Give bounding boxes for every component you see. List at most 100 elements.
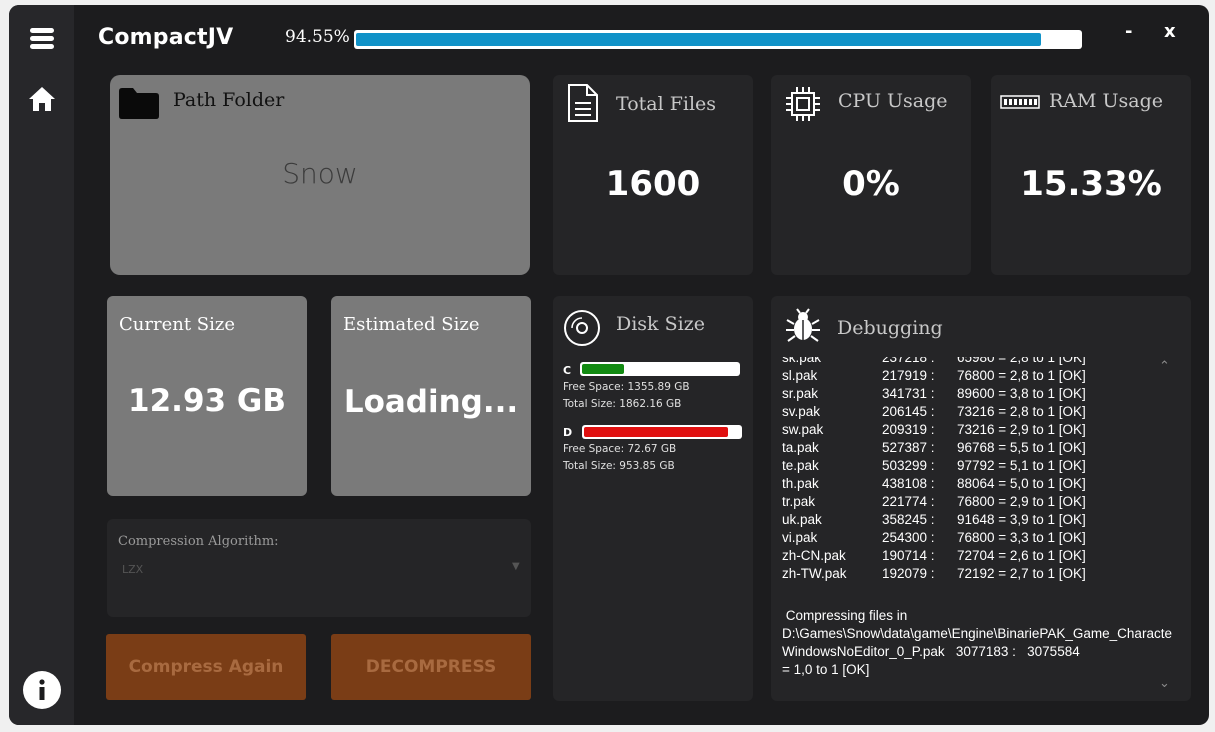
estimated-size-card: Estimated Size Loading... — [331, 296, 531, 496]
log-row: uk.pak 358245 : 91648 = 3,9 to 1 [OK] — [782, 511, 1162, 529]
log-row: ta.pak 527387 : 96768 = 5,5 to 1 [OK] — [782, 439, 1162, 457]
log-ratio: 72704 = 2,6 to 1 [OK] — [957, 548, 1086, 563]
log-ratio: 88064 = 5,0 to 1 [OK] — [957, 476, 1086, 491]
home-icon[interactable] — [28, 85, 56, 113]
cpu-usage-value: 0% — [842, 164, 900, 204]
log-ratio: 76800 = 2,9 to 1 [OK] — [957, 494, 1086, 509]
log-ratio: 97792 = 5,1 to 1 [OK] — [957, 458, 1086, 473]
log-size: 209319 : — [882, 422, 935, 437]
log-file: sw.pak — [782, 422, 824, 437]
log-size: 358245 : — [882, 512, 935, 527]
log-file: zh-CN.pak — [782, 548, 846, 563]
log-size: 527387 : — [882, 440, 935, 455]
current-size-card: Current Size 12.93 GB — [107, 296, 307, 496]
disk-c-bar — [580, 362, 740, 376]
disk-d-total: Total Size: 953.85 GB — [563, 460, 675, 472]
log-ratio: 76800 = 3,3 to 1 [OK] — [957, 530, 1086, 545]
total-files-title: Total Files — [616, 93, 717, 115]
log-size: 254300 : — [882, 530, 935, 545]
total-files-card: Total Files 1600 — [553, 75, 753, 275]
current-size-value: 12.93 GB — [128, 383, 286, 419]
disk-c-free: Free Space: 1355.89 GB — [563, 381, 690, 393]
log-ratio: 91648 = 3,9 to 1 [OK] — [957, 512, 1086, 527]
log-file: sv.pak — [782, 404, 821, 419]
debugging-title: Debugging — [837, 317, 943, 339]
compression-label: Compression Algorithm: — [118, 534, 279, 549]
total-files-value: 1600 — [605, 164, 701, 204]
log-file: sk.pak — [782, 357, 822, 365]
log-row: te.pak 503299 : 97792 = 5,1 to 1 [OK] — [782, 457, 1162, 475]
log-file: te.pak — [782, 458, 819, 473]
disk-icon — [563, 309, 601, 351]
compression-select[interactable]: LZX ▼ — [116, 561, 524, 581]
log-ratio: 76800 = 2,8 to 1 [OK] — [957, 368, 1086, 383]
progress-label: 94.55% — [285, 27, 350, 47]
log-ratio: 73216 = 2,8 to 1 [OK] — [957, 404, 1086, 419]
log-file: zh-TW.pak — [782, 566, 847, 581]
path-folder-title: Path Folder — [173, 89, 285, 111]
info-icon[interactable] — [22, 670, 62, 710]
disk-c-letter: C — [563, 364, 572, 377]
log-ratio: 73216 = 2,9 to 1 [OK] — [957, 422, 1086, 437]
log-size: 341731 : — [882, 386, 935, 401]
compress-again-button[interactable]: Compress Again — [106, 634, 306, 700]
ram-usage-card: RAM Usage 15.33% — [991, 75, 1191, 275]
disk-c-total: Total Size: 1862.16 GB — [563, 398, 682, 410]
bug-icon — [785, 308, 821, 348]
debug-log-tail: Compressing files in D:\Games\Snow\data\… — [782, 608, 1172, 677]
minimize-button[interactable]: - — [1125, 21, 1132, 42]
log-row: sw.pak 209319 : 73216 = 2,9 to 1 [OK] — [782, 421, 1162, 439]
cpu-usage-card: CPU Usage 0% — [771, 75, 971, 275]
log-size: 206145 : — [882, 404, 935, 419]
log-row: sk.pak 237218 : 65980 = 2,8 to 1 [OK] — [782, 357, 1162, 367]
disk-d-bar — [582, 425, 742, 439]
log-size: 217919 : — [882, 368, 935, 383]
log-ratio: 65980 = 2,8 to 1 [OK] — [957, 357, 1086, 365]
log-file: tr.pak — [782, 494, 816, 509]
progress-bar — [354, 30, 1082, 49]
hamburger-icon[interactable] — [9, 25, 74, 55]
app-window: CompactJV 94.55% - x Path Folder Snow To… — [9, 5, 1209, 725]
compression-selected-value: LZX — [122, 563, 144, 576]
log-size: 237218 : — [882, 357, 935, 365]
current-size-title: Current Size — [119, 314, 235, 335]
disk-size-card: Disk Size C Free Space: 1355.89 GB Total… — [553, 296, 753, 701]
log-size: 190714 : — [882, 548, 935, 563]
debug-log[interactable]: sk.pak 237218 : 65980 = 2,8 to 1 [OK] sl.pa… — [782, 357, 1172, 677]
disk-d-letter: D — [563, 426, 573, 439]
log-row: vi.pak 254300 : 76800 = 3,3 to 1 [OK] — [782, 529, 1162, 547]
sidebar — [9, 5, 74, 725]
log-size: 438108 : — [882, 476, 935, 491]
log-ratio: 72192 = 2,7 to 1 [OK] — [957, 566, 1086, 581]
disk-c-bar-fill — [582, 364, 624, 374]
progress-bar-fill — [356, 33, 1041, 46]
log-file: ta.pak — [782, 440, 819, 455]
log-row: sv.pak 206145 : 73216 = 2,8 to 1 [OK] — [782, 403, 1162, 421]
scroll-down-icon[interactable]: ⌄ — [1159, 676, 1170, 691]
path-folder-card[interactable]: Path Folder Snow — [110, 75, 530, 275]
ram-icon — [1000, 95, 1040, 115]
log-ratio: 96768 = 5,5 to 1 [OK] — [957, 440, 1086, 455]
folder-icon — [119, 87, 159, 123]
compression-panel: Compression Algorithm: LZX ▼ — [107, 519, 531, 617]
log-size: 503299 : — [882, 458, 935, 473]
log-row: tr.pak 221774 : 76800 = 2,9 to 1 [OK] — [782, 493, 1162, 511]
log-row: sl.pak 217919 : 76800 = 2,8 to 1 [OK] — [782, 367, 1162, 385]
log-size: 192079 : — [882, 566, 935, 581]
log-file: vi.pak — [782, 530, 818, 545]
estimated-size-title: Estimated Size — [343, 314, 480, 335]
file-icon — [567, 83, 599, 127]
log-ratio: 89600 = 3,8 to 1 [OK] — [957, 386, 1086, 401]
log-row: th.pak 438108 : 88064 = 5,0 to 1 [OK] — [782, 475, 1162, 493]
disk-size-title: Disk Size — [616, 313, 705, 335]
decompress-button[interactable]: DECOMPRESS — [331, 634, 531, 700]
close-button[interactable]: x — [1164, 21, 1176, 42]
cpu-icon — [784, 85, 822, 127]
disk-d-free: Free Space: 72.67 GB — [563, 443, 677, 455]
log-size: 221774 : — [882, 494, 935, 509]
disk-d-bar-fill — [584, 427, 728, 437]
log-row: zh-TW.pak 192079 : 72192 = 2,7 to 1 [OK] — [782, 565, 1162, 583]
chevron-down-icon: ▼ — [512, 561, 520, 572]
ram-usage-value: 15.33% — [1020, 164, 1162, 204]
log-row: sr.pak 341731 : 89600 = 3,8 to 1 [OK] — [782, 385, 1162, 403]
